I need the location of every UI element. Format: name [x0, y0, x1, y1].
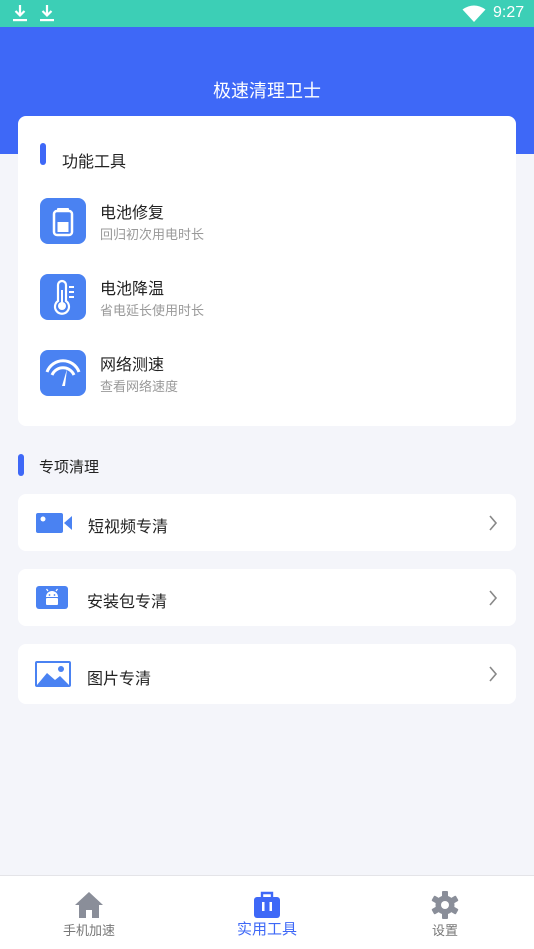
- chevron-right-icon: [489, 590, 498, 606]
- tab-label: 手机加速: [62, 924, 115, 939]
- tab-utility-tools[interactable]: 实用工具: [178, 876, 356, 949]
- cleaning-section-title: 专项清理: [39, 458, 100, 476]
- tool-name: 电池降温: [100, 279, 165, 298]
- tool-name: 网络测速: [100, 355, 165, 374]
- chevron-right-icon: [489, 666, 498, 682]
- bottom-tab-bar: 手机加速 实用工具 设置: [0, 875, 534, 949]
- battery-icon: [40, 198, 86, 244]
- page-title: 极速清理卫士: [213, 81, 321, 102]
- clean-item-short-video[interactable]: 短视频专清: [18, 494, 516, 551]
- gear-icon: [431, 891, 459, 919]
- wifi-icon: [462, 5, 486, 22]
- tool-item-battery-cooling[interactable]: 电池降温 省电延长使用时长: [40, 274, 340, 322]
- status-time: 9:27: [493, 4, 525, 21]
- section-accent-bar: [40, 143, 46, 165]
- tools-card: 功能工具 电池修复 回归初次用电时长 电池降温 省电延长使用时长 网络测速 查看…: [18, 116, 516, 426]
- clean-item-label: 图片专清: [87, 669, 152, 688]
- image-icon: [35, 661, 71, 687]
- tab-phone-speedup[interactable]: 手机加速: [0, 876, 178, 949]
- tool-item-network-speed[interactable]: 网络测速 查看网络速度: [40, 350, 340, 398]
- tool-desc: 回归初次用电时长: [100, 228, 205, 243]
- chevron-right-icon: [489, 515, 498, 531]
- tool-desc: 省电延长使用时长: [100, 304, 205, 319]
- tab-label: 实用工具: [236, 920, 297, 938]
- clean-item-install-package[interactable]: 安装包专清: [18, 569, 516, 626]
- tab-label: 设置: [431, 924, 458, 939]
- video-camera-icon: [36, 513, 72, 533]
- tool-name: 电池修复: [100, 203, 165, 222]
- tool-item-battery-repair[interactable]: 电池修复 回归初次用电时长: [40, 198, 340, 246]
- section-accent-bar: [18, 454, 24, 476]
- tools-section-title: 功能工具: [62, 152, 127, 171]
- android-package-icon: [36, 586, 68, 609]
- home-icon: [75, 892, 103, 918]
- toolbox-icon: [254, 891, 280, 918]
- tool-desc: 查看网络速度: [100, 380, 179, 395]
- tab-settings[interactable]: 设置: [356, 876, 534, 949]
- download-icon: [13, 5, 27, 22]
- speedometer-icon: [40, 350, 86, 396]
- download-icon: [40, 5, 54, 22]
- clean-item-pictures[interactable]: 图片专清: [18, 644, 516, 704]
- thermometer-icon: [40, 274, 86, 320]
- status-bar: 9:27: [0, 0, 534, 27]
- clean-item-label: 短视频专清: [88, 517, 169, 536]
- clean-item-label: 安装包专清: [87, 592, 168, 611]
